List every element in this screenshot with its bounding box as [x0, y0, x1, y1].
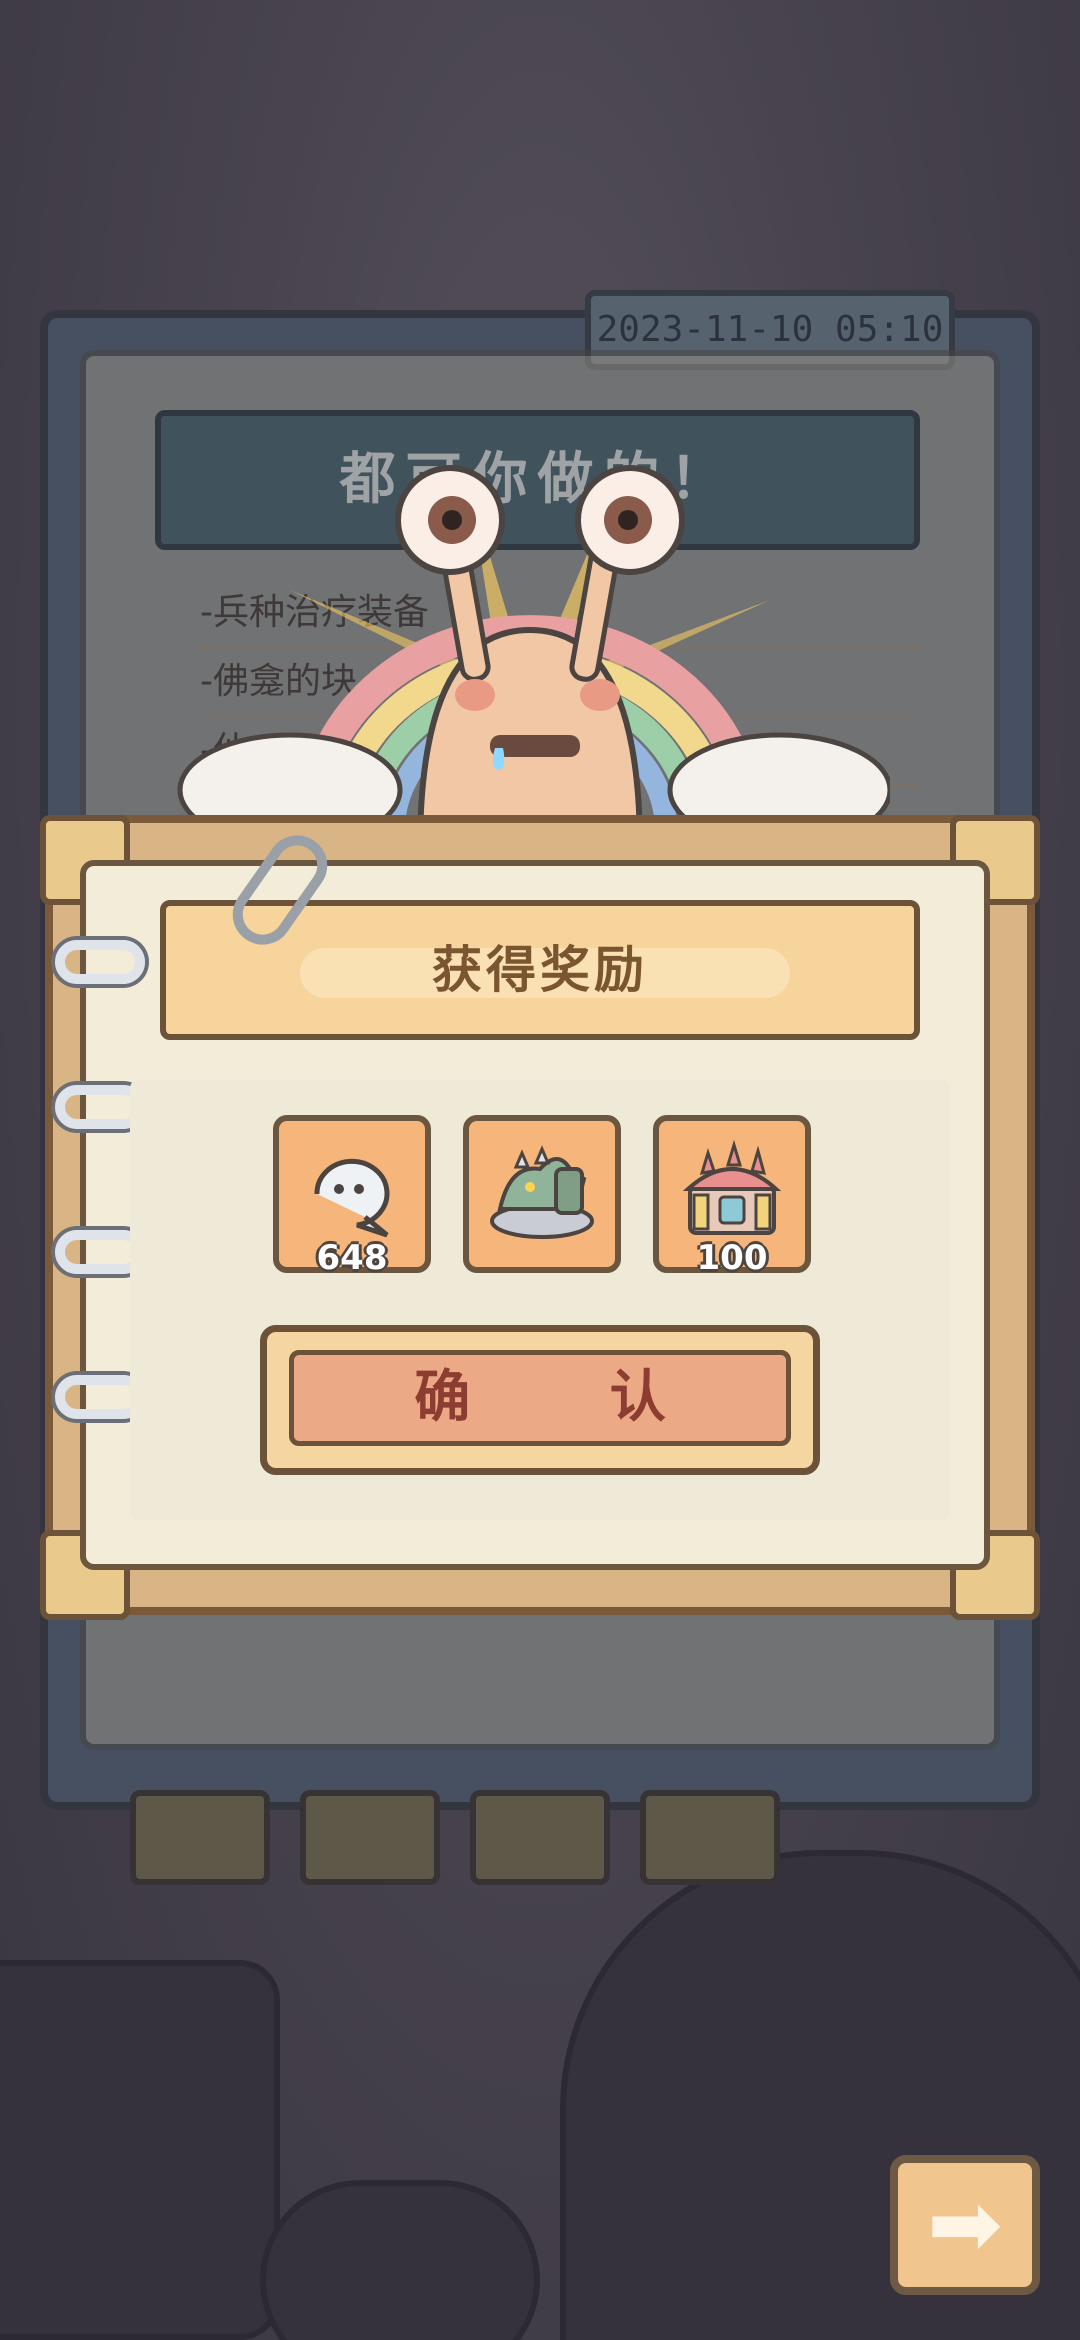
- reward-count: 648: [316, 1238, 388, 1278]
- dragon-tank-icon: [490, 1145, 594, 1239]
- snail-mascot: [177, 465, 890, 850]
- reward-count: 100: [696, 1238, 768, 1278]
- confirm-button-label: 确 认: [289, 1350, 791, 1446]
- treasure-chest-icon: [682, 1139, 782, 1235]
- reward-item[interactable]: [463, 1115, 621, 1273]
- binder-ring: [55, 940, 145, 984]
- confirm-button[interactable]: 确 认: [260, 1325, 820, 1475]
- arrow-right-icon: ➡: [927, 2172, 1003, 2277]
- ghost-bubble-icon: [314, 1158, 390, 1238]
- next-button[interactable]: ➡: [890, 2155, 1040, 2295]
